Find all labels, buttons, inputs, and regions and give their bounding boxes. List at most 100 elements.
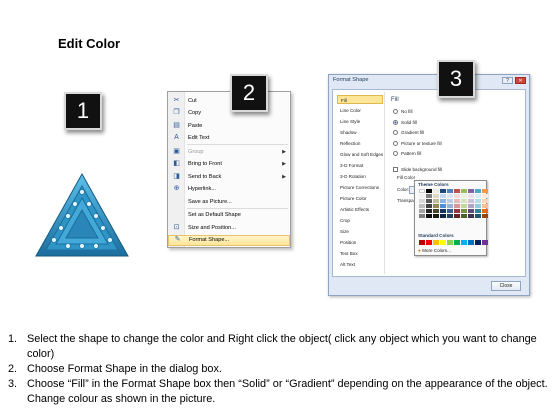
theme-color-swatch[interactable] [475, 189, 481, 193]
theme-color-swatch[interactable] [440, 209, 446, 213]
more-colors-link[interactable]: ● More Colors... [418, 248, 451, 253]
theme-color-swatch[interactable] [440, 189, 446, 193]
theme-color-swatch[interactable] [482, 199, 488, 203]
category-reflection[interactable]: Reflection [337, 139, 383, 148]
theme-color-swatch[interactable] [447, 204, 453, 208]
theme-color-swatch[interactable] [461, 199, 467, 203]
category-alt-text[interactable]: Alt Text [337, 260, 383, 269]
standard-color-swatch[interactable] [454, 240, 460, 245]
help-button[interactable]: ? [502, 77, 513, 84]
theme-color-swatch[interactable] [461, 209, 467, 213]
blue-triangle-shape[interactable] [34, 172, 130, 258]
theme-color-swatch[interactable] [461, 214, 467, 218]
fill-option-pattern-fill[interactable]: Pattern fill [393, 150, 421, 157]
category-3-d-format[interactable]: 3-D Format [337, 161, 383, 170]
theme-color-swatch[interactable] [454, 204, 460, 208]
category-picture-color[interactable]: Picture Color [337, 194, 383, 203]
theme-color-swatch[interactable] [419, 209, 425, 213]
category-text-box[interactable]: Text Box [337, 249, 383, 258]
theme-color-swatch[interactable] [475, 199, 481, 203]
category-shadow[interactable]: Shadow [337, 128, 383, 137]
theme-color-swatch[interactable] [447, 209, 453, 213]
theme-color-swatch[interactable] [440, 204, 446, 208]
category-glow-and-soft-edges[interactable]: Glow and Soft Edges [337, 150, 383, 159]
fill-option-no-fill[interactable]: No fill [393, 108, 413, 115]
theme-color-swatch[interactable] [461, 189, 467, 193]
slide-background-fill-checkbox[interactable]: Slide background fill [393, 166, 442, 173]
theme-color-swatch[interactable] [482, 204, 488, 208]
standard-color-swatch[interactable] [419, 240, 425, 245]
fill-option-picture-or-texture-fill[interactable]: Picture or texture fill [393, 140, 442, 147]
theme-color-swatch[interactable] [426, 194, 432, 198]
theme-color-swatch[interactable] [419, 199, 425, 203]
category-fill[interactable]: Fill [337, 95, 383, 104]
theme-color-swatch[interactable] [482, 214, 488, 218]
theme-color-swatch[interactable] [419, 194, 425, 198]
theme-color-swatch[interactable] [433, 209, 439, 213]
theme-color-swatch[interactable] [419, 189, 425, 193]
theme-color-swatch[interactable] [482, 194, 488, 198]
theme-color-swatch[interactable] [454, 199, 460, 203]
theme-color-swatch[interactable] [468, 199, 474, 203]
standard-color-swatch[interactable] [440, 240, 446, 245]
standard-color-swatch[interactable] [447, 240, 453, 245]
theme-color-swatch[interactable] [426, 209, 432, 213]
theme-color-swatch[interactable] [447, 189, 453, 193]
standard-color-swatch[interactable] [461, 240, 467, 245]
fill-option-solid-fill[interactable]: Solid fill [393, 119, 417, 126]
theme-color-swatch[interactable] [433, 194, 439, 198]
theme-color-swatch[interactable] [426, 204, 432, 208]
close-button[interactable]: Close [491, 281, 521, 291]
theme-color-swatch[interactable] [447, 194, 453, 198]
theme-color-swatch[interactable] [468, 204, 474, 208]
theme-color-swatch[interactable] [468, 189, 474, 193]
theme-color-swatch[interactable] [433, 204, 439, 208]
menu-item-group[interactable]: ▣ Group ▶ [168, 146, 290, 157]
menu-item-bring-to-front[interactable]: ◧ Bring to Front ▶ [168, 159, 290, 170]
theme-color-swatch[interactable] [461, 194, 467, 198]
menu-item-hyperlink[interactable]: ⊕ Hyperlink... [168, 184, 290, 195]
menu-item-save-as-picture[interactable]: Save as Picture... [168, 196, 290, 207]
theme-color-swatch[interactable] [454, 194, 460, 198]
category-size[interactable]: Size [337, 227, 383, 236]
theme-color-swatch[interactable] [419, 214, 425, 218]
theme-color-swatch[interactable] [433, 189, 439, 193]
standard-color-swatch[interactable] [426, 240, 432, 245]
category-line-style[interactable]: Line Style [337, 117, 383, 126]
theme-color-swatch[interactable] [468, 214, 474, 218]
theme-color-swatch[interactable] [419, 204, 425, 208]
category-artistic-effects[interactable]: Artistic Effects [337, 205, 383, 214]
menu-item-format-shape[interactable]: ✎ Format Shape... [168, 234, 290, 246]
theme-color-swatch[interactable] [482, 209, 488, 213]
theme-color-swatch[interactable] [468, 209, 474, 213]
standard-color-swatch[interactable] [482, 240, 488, 245]
theme-color-swatch[interactable] [461, 204, 467, 208]
theme-color-swatch[interactable] [440, 194, 446, 198]
theme-color-swatch[interactable] [475, 194, 481, 198]
standard-color-swatch[interactable] [475, 240, 481, 245]
theme-color-swatch[interactable] [447, 214, 453, 218]
category-3-d-rotation[interactable]: 3-D Rotation [337, 172, 383, 181]
theme-color-swatch[interactable] [426, 199, 432, 203]
theme-color-swatch[interactable] [482, 189, 488, 193]
menu-item-cut[interactable]: ✂ Cut [168, 95, 290, 106]
standard-color-swatch[interactable] [433, 240, 439, 245]
theme-color-swatch[interactable] [454, 189, 460, 193]
theme-color-swatch[interactable] [433, 214, 439, 218]
theme-color-swatch[interactable] [475, 209, 481, 213]
category-line-color[interactable]: Line Color [337, 106, 383, 115]
standard-color-swatch[interactable] [468, 240, 474, 245]
theme-color-swatch[interactable] [440, 214, 446, 218]
menu-item-edit-text[interactable]: A Edit Text [168, 133, 290, 144]
theme-color-swatch[interactable] [454, 209, 460, 213]
theme-color-swatch[interactable] [426, 189, 432, 193]
fill-option-gradient-fill[interactable]: Gradient fill [393, 129, 424, 136]
menu-item-set-as-default-shape[interactable]: Set as Default Shape [168, 210, 290, 221]
theme-color-swatch[interactable] [454, 214, 460, 218]
theme-color-swatch[interactable] [426, 214, 432, 218]
theme-color-swatch[interactable] [475, 204, 481, 208]
theme-color-swatch[interactable] [468, 194, 474, 198]
theme-color-swatch[interactable] [447, 199, 453, 203]
menu-item-size-and-position[interactable]: ⊡ Size and Position... [168, 222, 290, 233]
theme-color-swatch[interactable] [440, 199, 446, 203]
